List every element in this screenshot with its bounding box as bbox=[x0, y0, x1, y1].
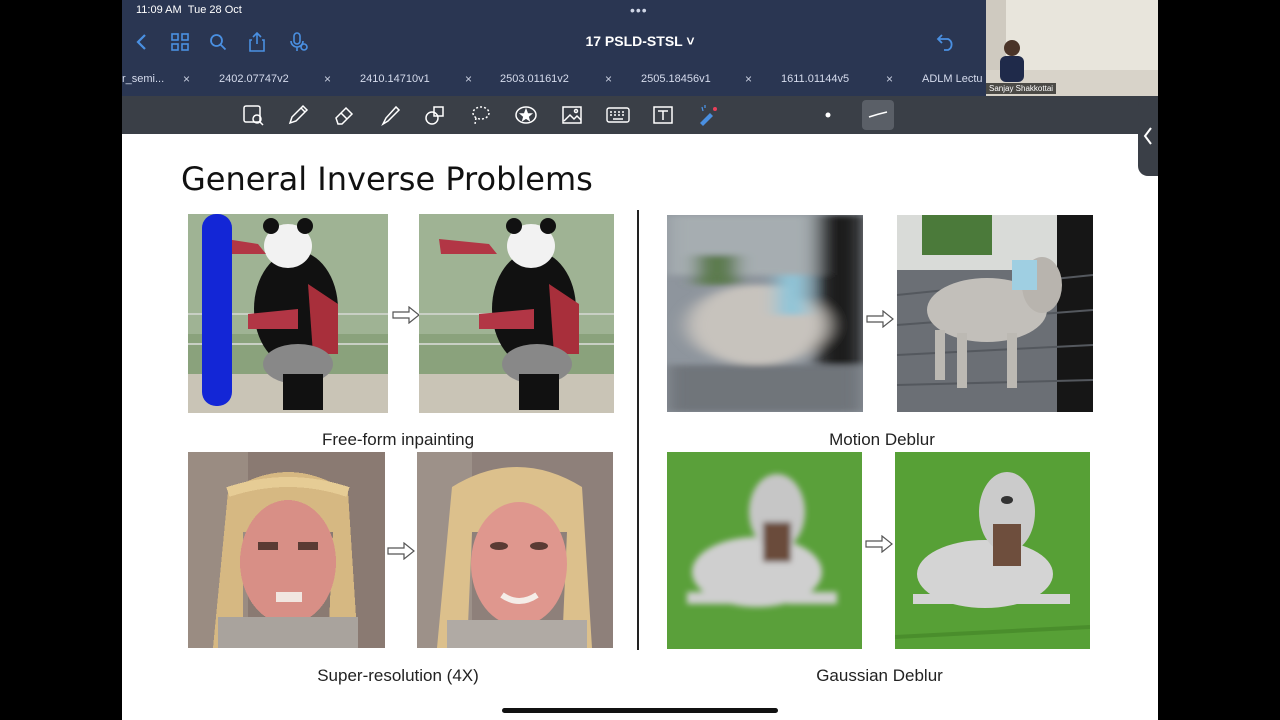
text-box-icon[interactable] bbox=[650, 102, 676, 128]
laser-pointer-icon[interactable] bbox=[695, 102, 721, 128]
close-icon[interactable]: × bbox=[183, 72, 190, 86]
face-low-resolution-image bbox=[188, 452, 385, 648]
keyboard-icon[interactable] bbox=[605, 102, 631, 128]
arrow-right-icon bbox=[392, 306, 420, 324]
pen-icon[interactable] bbox=[285, 102, 311, 128]
tab-item[interactable]: 2503.01161v2 × bbox=[500, 64, 640, 94]
eraser-icon[interactable] bbox=[331, 102, 357, 128]
annotation-toolbar bbox=[122, 96, 1158, 134]
tab-item[interactable]: 2402.07747v2 × bbox=[219, 64, 359, 94]
close-icon[interactable]: × bbox=[324, 72, 331, 86]
status-date: Tue 28 Oct bbox=[187, 4, 242, 16]
face-high-resolution-image bbox=[417, 452, 613, 648]
tab-item[interactable]: 2505.18456v1 × bbox=[641, 64, 781, 94]
dog-motion-sharp-image bbox=[897, 215, 1093, 412]
sidebar-handle[interactable] bbox=[1138, 96, 1158, 176]
image-icon[interactable] bbox=[559, 102, 585, 128]
status-time: 11:09 AM bbox=[136, 4, 182, 16]
dog-motion-blurred-image bbox=[667, 215, 863, 412]
shapes-icon[interactable] bbox=[422, 102, 448, 128]
tab-label: ADLM Lectu bbox=[922, 73, 983, 85]
sticker-icon[interactable] bbox=[513, 102, 539, 128]
undo-icon[interactable] bbox=[934, 30, 958, 54]
arrow-right-icon bbox=[866, 310, 894, 328]
tab-label: 2503.01161v2 bbox=[500, 73, 569, 85]
more-dots-icon[interactable]: ••• bbox=[630, 2, 648, 18]
participant-name: Sanjay Shakkottai bbox=[986, 83, 1057, 94]
tab-label: 2402.07747v2 bbox=[219, 73, 289, 85]
close-icon[interactable]: × bbox=[745, 72, 752, 86]
caption-inpainting: Free-form inpainting bbox=[321, 430, 475, 449]
status-bar: 11:09 AM Tue 28 Oct bbox=[136, 4, 242, 16]
dog-gaussian-blurred-image bbox=[667, 452, 862, 649]
stroke-style-button[interactable] bbox=[862, 100, 894, 130]
close-icon[interactable]: × bbox=[465, 72, 472, 86]
home-indicator[interactable] bbox=[502, 708, 778, 713]
panda-restored-image bbox=[419, 214, 614, 413]
tab-label: 2505.18456v1 bbox=[641, 73, 711, 85]
arrow-right-icon bbox=[387, 542, 415, 560]
tab-item[interactable]: 2410.14710v1 × bbox=[360, 64, 500, 94]
tab-item[interactable]: 1611.01144v5 × bbox=[781, 64, 921, 94]
highlighter-icon[interactable] bbox=[377, 102, 403, 128]
close-icon[interactable]: × bbox=[605, 72, 612, 86]
dog-gaussian-sharp-image bbox=[895, 452, 1090, 649]
lasso-icon[interactable] bbox=[468, 102, 494, 128]
tab-label: 1611.01144v5 bbox=[781, 73, 850, 85]
tab-label: 2410.14710v1 bbox=[360, 73, 430, 85]
caption-motion-deblur: Motion Deblur bbox=[829, 430, 935, 449]
arrow-right-icon bbox=[865, 535, 893, 553]
dot-size-icon[interactable] bbox=[815, 102, 841, 128]
tab-label: r_semi... bbox=[122, 73, 165, 85]
ipad-screen: 11:09 AM Tue 28 Oct ••• 17 PSLD-STSL ˅ r… bbox=[122, 0, 1158, 720]
webcam-overlay[interactable]: Sanjay Shakkottai bbox=[986, 0, 1158, 96]
caption-super-resolution: Super-resolution (4X) bbox=[317, 666, 479, 685]
zoom-region-icon[interactable] bbox=[240, 102, 266, 128]
close-icon[interactable]: × bbox=[886, 72, 893, 86]
divider bbox=[637, 210, 639, 650]
slide-title: General Inverse Problems bbox=[181, 160, 593, 198]
slide-canvas: General Inverse Problems Free-form inpai… bbox=[122, 134, 1158, 720]
panda-masked-image bbox=[188, 214, 388, 413]
caption-gaussian-deblur: Gaussian Deblur bbox=[816, 666, 943, 685]
